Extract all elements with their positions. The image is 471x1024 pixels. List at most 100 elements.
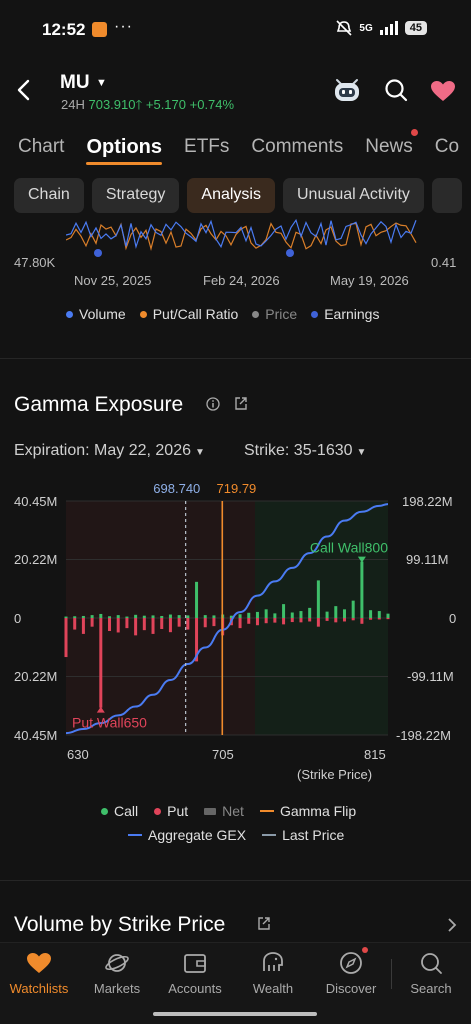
minichart-y-right: 0.41 [431,255,457,270]
nav-watchlists[interactable]: Watchlists [0,951,79,996]
expiration-select[interactable]: Expiration: May 22, 2026 ▼ [14,442,205,460]
call-bar [360,561,364,618]
call-bar [151,615,155,618]
chip-unusual-activity[interactable]: Unusual Activity [282,178,424,213]
call-bar [116,615,120,618]
chip-analysis[interactable]: Analysis [187,178,275,213]
put-bar [168,618,172,633]
call-bar [203,615,207,618]
earnings-marker [94,249,102,257]
chip-chain[interactable]: Chain [14,178,84,213]
more-notifications-icon: ··· [114,18,133,35]
minichart-x-label: Nov 25, 2025 [74,273,152,288]
ticker-symbol[interactable]: MU [60,72,90,94]
chevron-down-icon: ▼ [356,447,367,458]
call-bar [325,611,329,618]
nav-discover[interactable]: Discover [311,951,391,996]
y-right-tick: 99.11M [406,552,449,567]
search-icon[interactable] [384,78,408,102]
chevron-right-icon[interactable] [446,916,458,934]
network-label: 5G [359,22,373,34]
put-bar [99,618,103,708]
x-tick: 630 [67,747,89,762]
minichart-x-label: May 19, 2026 [330,273,409,288]
put-bar [151,618,155,634]
call-bar [168,614,172,618]
up-arrow-icon: 🡑 [135,97,143,112]
put-bar [177,618,181,627]
ticker-dropdown-icon[interactable]: ▼ [96,77,107,89]
legend-put[interactable]: Put [154,803,188,819]
put-bar [386,618,390,620]
gamma-exposure-title: Gamma Exposure [14,393,184,416]
put-bar [299,618,303,623]
nav-search[interactable]: Search [391,951,471,996]
gamma-legend-row2: Aggregate GEX Last Price [128,827,344,843]
put-bar [273,618,277,623]
legend-call[interactable]: Call [101,803,138,819]
call-bar [316,580,320,618]
legend-gamma-flip[interactable]: Gamma Flip [259,803,356,819]
favorite-heart-icon[interactable] [430,80,456,102]
price-change: +5.170 [145,97,186,112]
legend-aggregate-gex[interactable]: Aggregate GEX [128,827,246,843]
call-bar [99,613,103,618]
tab-news[interactable]: News [365,136,413,159]
put-bar [116,618,120,633]
chip-strategy[interactable]: Strategy [91,178,180,213]
legend-price[interactable]: Price [252,306,297,322]
tab-options[interactable]: Options [86,136,162,165]
put-bar [325,618,329,621]
call-bar [342,609,346,618]
call-bar [142,615,146,618]
put-bar [73,618,77,630]
call-bar [125,616,129,618]
share-icon[interactable] [234,396,248,411]
put-bar [81,618,85,634]
info-icon[interactable] [206,397,220,411]
app-notification-icon [92,22,107,37]
gamma-exposure-chart: 698.740 719.79 Call Wall800 Put Wall650 [64,481,390,736]
chip-more[interactable] [431,178,462,213]
ai-assistant-icon[interactable] [332,76,362,104]
minichart-y-left: 47.80K [14,255,56,270]
planet-icon [105,954,129,972]
legend-last-price[interactable]: Last Price [262,827,344,843]
news-unread-dot [411,129,418,136]
back-arrow-icon[interactable] [14,78,36,102]
tab-comments[interactable]: Comments [251,136,343,159]
tab-company[interactable]: Co [435,136,459,159]
status-indicators: 5G 45 [335,20,427,36]
nav-accounts[interactable]: Accounts [155,951,235,996]
call-bar [299,611,303,618]
legend-put-call-ratio[interactable]: Put/Call Ratio [139,306,238,322]
section-divider [0,358,471,359]
call-bar [369,610,373,618]
strike-range-select[interactable]: Strike: 35-1630 ▼ [244,442,366,460]
put-bar [316,618,320,627]
call-bar [377,611,381,618]
share-icon[interactable] [257,916,271,931]
put-bar [186,618,190,630]
volume-by-strike-title[interactable]: Volume by Strike Price [14,913,225,937]
volume-ratio-minichart [66,218,417,257]
signal-icon [379,21,398,35]
put-bar [108,618,112,632]
call-bar [64,616,68,618]
price-change-pct: +0.74% [189,97,235,112]
y-right-tick: 0 [449,611,457,626]
legend-volume[interactable]: Volume [66,306,126,322]
put-bar [290,618,294,623]
legend-net[interactable]: Net [204,803,244,819]
tab-chart[interactable]: Chart [18,136,64,159]
tab-etfs[interactable]: ETFs [184,136,229,159]
legend-earnings[interactable]: Earnings [311,306,379,322]
nav-wealth[interactable]: Wealth [233,951,313,996]
session-label: 24H [61,97,85,112]
nav-markets[interactable]: Markets [77,951,157,996]
put-bar [282,618,286,625]
minichart-legend: Volume Put/Call Ratio Price Earnings [66,306,379,322]
call-bar [282,604,286,618]
battery-icon: 45 [404,21,427,35]
gamma-flip-label: 719.79 [217,481,257,496]
